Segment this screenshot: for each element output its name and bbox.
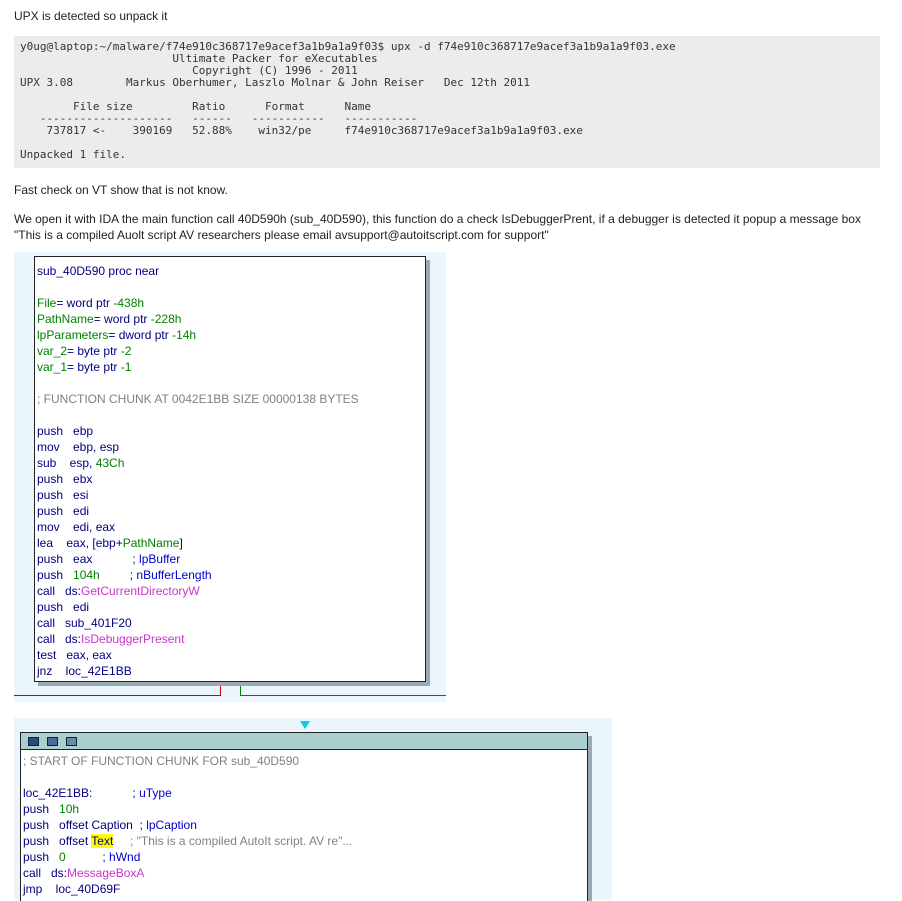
- asm-line: test eax, eax: [37, 648, 112, 662]
- asm-line: call sub_401F20: [37, 616, 132, 630]
- block-titlebar: [21, 733, 587, 750]
- ida-block-sub-40d590[interactable]: sub_40D590 proc near File= word ptr -438…: [34, 256, 426, 682]
- stack-var-line: var_1= byte ptr -1: [37, 360, 132, 374]
- asm-line: sub esp, 43Ch: [37, 456, 125, 470]
- arrow-down-icon: [300, 721, 310, 729]
- asm-line: push ebx: [37, 472, 93, 486]
- asm-line: push offset Text ; "This is a compiled A…: [23, 834, 353, 848]
- collapse-icon[interactable]: [47, 737, 58, 746]
- asm-line: lea eax, [ebp+PathName]: [37, 536, 183, 550]
- window-icon[interactable]: [66, 737, 77, 746]
- asm-line: push ebp: [37, 424, 94, 438]
- asm-line: push edi: [37, 504, 90, 518]
- terminal-output: y0ug@laptop:~/malware/f74e910c368717e9ac…: [14, 36, 880, 168]
- intro-text: UPX is detected so unpack it: [14, 9, 168, 23]
- asm-line: call ds:IsDebuggerPresent: [37, 632, 185, 646]
- asm-line: call ds:GetCurrentDirectoryW: [37, 584, 200, 598]
- chunk-start-comment: ; START OF FUNCTION CHUNK FOR sub_40D590: [23, 754, 300, 768]
- terminal-text: y0ug@laptop:~/malware/f74e910c368717e9ac…: [20, 40, 676, 137]
- asm-line: jmp loc_40D69F: [23, 882, 121, 896]
- true-edge-horizontal: [240, 695, 446, 696]
- asm-line: push edi: [37, 600, 90, 614]
- stack-var-line: lpParameters= dword ptr -14h: [37, 328, 197, 342]
- false-edge-horizontal: [14, 695, 221, 696]
- asm-line: jnz loc_42E1BB: [37, 664, 132, 678]
- stack-var-line: var_2= byte ptr -2: [37, 344, 132, 358]
- proc-line: sub_40D590 proc near: [37, 264, 160, 278]
- vt-check-text: Fast check on VT show that is not know.: [14, 183, 228, 197]
- stack-var-line: File= word ptr -438h: [37, 296, 145, 310]
- asm-line: push eax ; lpBuffer: [37, 552, 181, 566]
- ida-description-text: We open it with IDA the main function ca…: [14, 212, 861, 242]
- text-highlight: Text: [91, 834, 114, 848]
- terminal-footer: Unpacked 1 file.: [20, 148, 126, 161]
- asm-line: push esi: [37, 488, 89, 502]
- ida-block-loc-42e1bb[interactable]: ; START OF FUNCTION CHUNK FOR sub_40D590…: [20, 732, 588, 901]
- asm-line: mov edi, eax: [37, 520, 116, 534]
- asm-line: push offset Caption ; lpCaption: [23, 818, 197, 832]
- graph-icon[interactable]: [28, 737, 39, 746]
- asm-line: push 0 ; hWnd: [23, 850, 141, 864]
- asm-line: mov ebp, esp: [37, 440, 120, 454]
- function-chunk-comment: ; FUNCTION CHUNK AT 0042E1BB SIZE 000001…: [37, 392, 359, 406]
- stack-var-line: PathName= word ptr -228h: [37, 312, 182, 326]
- asm-line: push 10h: [23, 802, 80, 816]
- asm-line: call ds:MessageBoxA: [23, 866, 145, 880]
- asm-line: push 104h ; nBufferLength: [37, 568, 212, 582]
- asm-line: loc_42E1BB: ; uType: [23, 786, 172, 800]
